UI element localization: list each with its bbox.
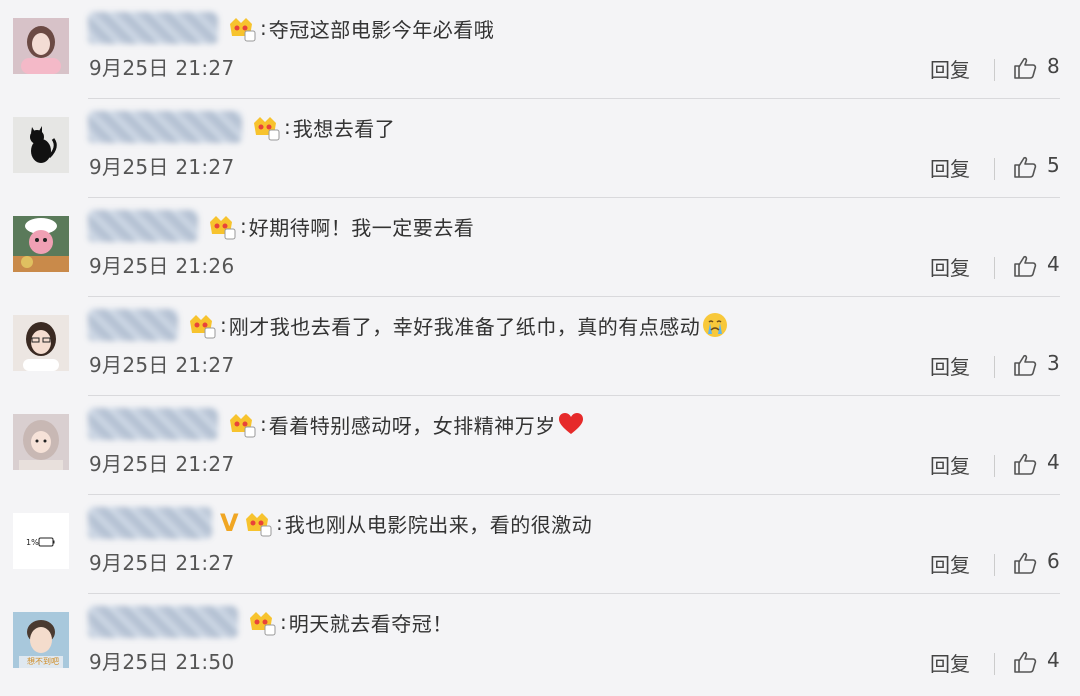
username-blurred[interactable] (88, 309, 178, 341)
comment-row: : 夺冠这部电影今年必看哦 9月25日 21:27 回复 8 (0, 0, 1080, 99)
avatar-text: 1% (26, 538, 39, 547)
comment-list: : 夺冠这部电影今年必看哦 9月25日 21:27 回复 8 : 我想去看了 9… (0, 0, 1080, 696)
thumbs-up-icon[interactable] (1012, 550, 1038, 576)
comment-row: 1% V : 我也刚从电影院出来，看的很激动 9月25日 21:27 回复 6 (0, 495, 1080, 594)
reply-button[interactable]: 回复 (930, 450, 970, 479)
thumbs-up-icon[interactable] (1012, 253, 1038, 279)
comment-row: 想不到吧 : 明天就去看夺冠！ 9月25日 21:50 回复 4 (0, 594, 1080, 693)
thumbs-up-icon[interactable] (1012, 451, 1038, 477)
divider (994, 554, 995, 576)
thumbs-up-icon[interactable] (1012, 154, 1038, 180)
comment-text: 明天就去看夺冠！ (288, 611, 453, 636)
crown-badge-icon (242, 509, 272, 537)
comment-text: 刚才我也去看了，幸好我准备了纸巾，真的有点感动 (228, 314, 701, 339)
vip-badge: V (220, 509, 239, 537)
comment-time: 9月25日 21:26 (89, 254, 235, 278)
avatar[interactable] (13, 117, 69, 173)
comment-row: : 我想去看了 9月25日 21:27 回复 5 (0, 99, 1080, 198)
username-blurred[interactable] (88, 111, 242, 143)
crying-face-icon (702, 312, 728, 338)
comment-time: 9月25日 21:27 (89, 353, 235, 377)
reply-button[interactable]: 回复 (930, 351, 970, 380)
avatar-text: 想不到吧 (27, 656, 59, 666)
avatar[interactable] (13, 414, 69, 470)
crown-badge-icon (206, 212, 236, 240)
divider (994, 257, 995, 279)
avatar[interactable]: 1% (13, 513, 69, 569)
username-blurred[interactable] (88, 408, 218, 440)
thumbs-up-icon[interactable] (1012, 649, 1038, 675)
comment-time: 9月25日 21:27 (89, 452, 235, 476)
thumbs-up-icon[interactable] (1012, 55, 1038, 81)
avatar[interactable]: 想不到吧 (13, 612, 69, 668)
thumbs-up-icon[interactable] (1012, 352, 1038, 378)
like-count: 3 (1047, 351, 1060, 375)
crown-badge-icon (186, 311, 216, 339)
crown-badge-icon (246, 608, 276, 636)
reply-button[interactable]: 回复 (930, 153, 970, 182)
like-count: 4 (1047, 450, 1060, 474)
comment-time: 9月25日 21:27 (89, 56, 235, 80)
divider (994, 653, 995, 675)
username-blurred[interactable] (88, 606, 238, 638)
comment-text: 我想去看了 (292, 116, 396, 141)
red-heart-icon (558, 411, 584, 437)
username-blurred[interactable] (88, 12, 218, 44)
comment-time: 9月25日 21:50 (89, 650, 235, 674)
divider (994, 59, 995, 81)
comment-row: : 看着特别感动呀，女排精神万岁 9月25日 21:27 回复 4 (0, 396, 1080, 495)
username-blurred[interactable] (88, 507, 212, 539)
username-blurred[interactable] (88, 210, 198, 242)
like-count: 5 (1047, 153, 1060, 177)
divider (994, 158, 995, 180)
like-count: 4 (1047, 648, 1060, 672)
divider (994, 356, 995, 378)
like-count: 8 (1047, 54, 1060, 78)
comment-text: 夺冠这部电影今年必看哦 (268, 17, 495, 42)
crown-badge-icon (226, 410, 256, 438)
divider (994, 455, 995, 477)
reply-button[interactable]: 回复 (930, 54, 970, 83)
reply-button[interactable]: 回复 (930, 549, 970, 578)
comment-row: : 好期待啊！我一定要去看 9月25日 21:26 回复 4 (0, 198, 1080, 297)
like-count: 6 (1047, 549, 1060, 573)
avatar[interactable] (13, 18, 69, 74)
comment-time: 9月25日 21:27 (89, 551, 235, 575)
comment-text: 看着特别感动呀，女排精神万岁 (268, 413, 556, 438)
comment-row: : 刚才我也去看了，幸好我准备了纸巾，真的有点感动 9月25日 21:27 回复… (0, 297, 1080, 396)
crown-badge-icon (250, 113, 280, 141)
reply-button[interactable]: 回复 (930, 648, 970, 677)
comment-time: 9月25日 21:27 (89, 155, 235, 179)
avatar[interactable] (13, 315, 69, 371)
avatar[interactable] (13, 216, 69, 272)
comment-text: 我也刚从电影院出来，看的很激动 (284, 512, 593, 537)
like-count: 4 (1047, 252, 1060, 276)
reply-button[interactable]: 回复 (930, 252, 970, 281)
crown-badge-icon (226, 14, 256, 42)
comment-text: 好期待啊！我一定要去看 (248, 215, 475, 240)
